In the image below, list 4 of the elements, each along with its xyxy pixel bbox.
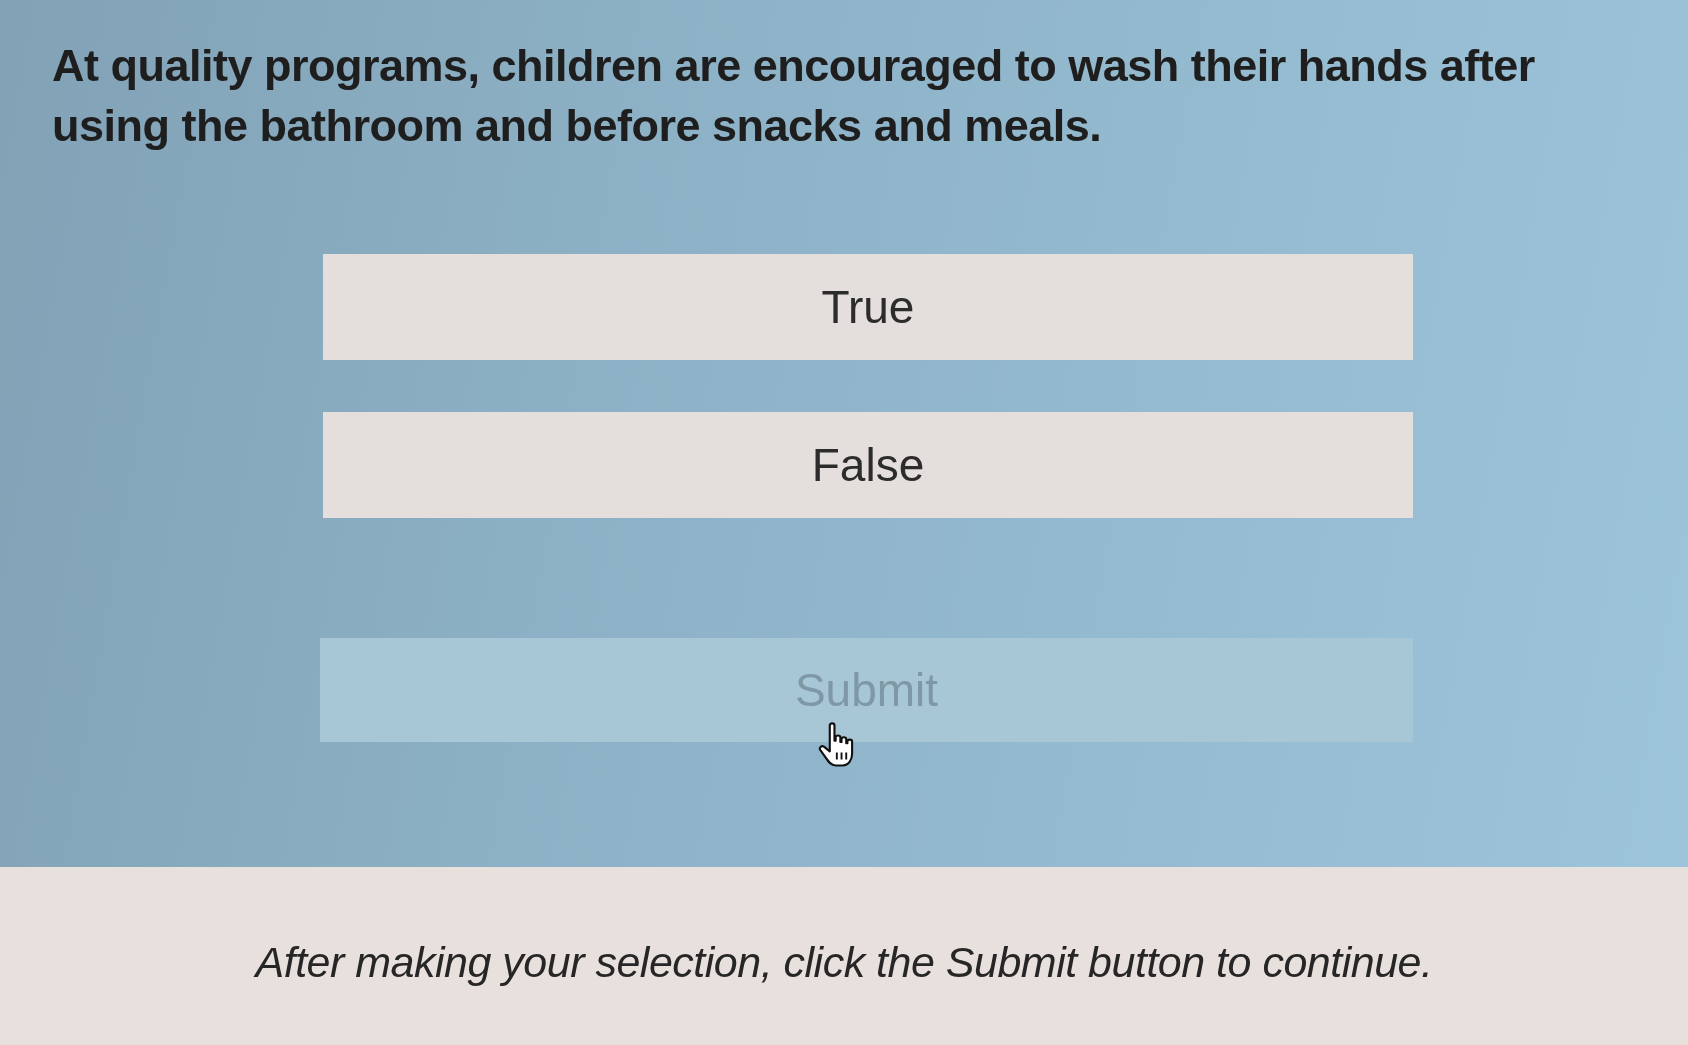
question-text: At quality programs, children are encouraged to wash their hands after using the bathroom and before snacks and meals.	[52, 39, 1536, 153]
answer-option[interactable]: False	[323, 412, 1413, 518]
answer-option[interactable]: True	[323, 254, 1413, 360]
instruction-text: After making your selection, click the Submit button to continue.	[255, 937, 1433, 987]
